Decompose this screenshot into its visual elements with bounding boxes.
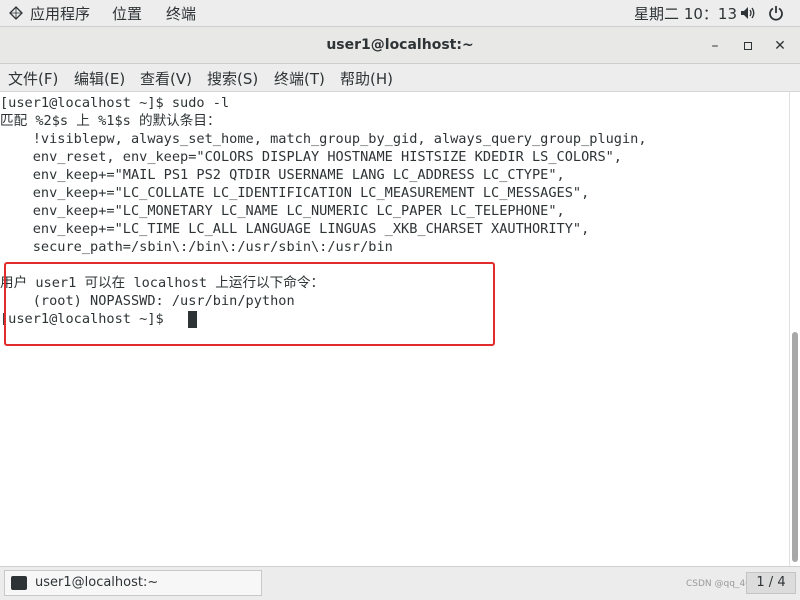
applications-menu[interactable]: 应用程序 xyxy=(30,3,90,24)
menu-edit[interactable]: 编辑(E) xyxy=(74,68,125,89)
terminal-line: [user1@localhost ~]$ sudo -l xyxy=(0,95,230,111)
terminal-prompt: [user1@localhost ~]$ xyxy=(0,311,172,327)
terminal-line: env_keep+="LC_COLLATE LC_IDENTIFICATION … xyxy=(0,185,590,201)
terminal-line: (root) NOPASSWD: /usr/bin/python xyxy=(0,293,295,309)
workspace-indicator[interactable]: 1 / 4 xyxy=(746,572,796,594)
window-titlebar[interactable]: user1@localhost:~ – ✕ xyxy=(0,26,800,64)
places-menu[interactable]: 位置 xyxy=(112,3,142,24)
power-icon[interactable] xyxy=(768,5,784,21)
terminal-line: !visiblepw, always_set_home, match_group… xyxy=(0,131,647,147)
window-title: user1@localhost:~ xyxy=(326,37,474,53)
terminal-line: 用户 user1 可以在 localhost 上运行以下命令： xyxy=(0,275,325,291)
apps-icon xyxy=(9,6,23,20)
terminal-icon xyxy=(11,576,27,590)
scrollbar-thumb[interactable] xyxy=(792,332,798,562)
taskbar-window-button[interactable]: user1@localhost:~ xyxy=(4,570,262,596)
minimize-button[interactable]: – xyxy=(705,36,725,56)
terminal-line: env_keep+="LC_MONETARY LC_NAME LC_NUMERI… xyxy=(0,203,565,219)
menu-terminal[interactable]: 终端(T) xyxy=(274,68,325,89)
maximize-icon xyxy=(744,42,752,50)
close-button[interactable]: ✕ xyxy=(770,36,790,56)
maximize-button[interactable] xyxy=(738,36,758,56)
menubar: 文件(F) 编辑(E) 查看(V) 搜索(S) 终端(T) 帮助(H) xyxy=(0,64,800,92)
scrollbar[interactable] xyxy=(789,92,800,566)
terminal-line: env_keep+="MAIL PS1 PS2 QTDIR USERNAME L… xyxy=(0,167,565,183)
terminal-line: 匹配 %2$s 上 %1$s 的默认条目： xyxy=(0,113,221,129)
terminal-line: secure_path=/sbin\:/bin\:/usr/sbin\:/usr… xyxy=(0,239,393,255)
clock[interactable]: 星期二 10：13 xyxy=(634,3,737,24)
text-cursor xyxy=(188,311,197,328)
terminal-line: env_reset, env_keep="COLORS DISPLAY HOST… xyxy=(0,149,622,165)
volume-icon[interactable] xyxy=(740,6,756,20)
menu-file[interactable]: 文件(F) xyxy=(8,68,58,89)
taskbar-window-label: user1@localhost:~ xyxy=(35,575,159,590)
bottom-panel: user1@localhost:~ CSDN @qq_40638302 1 / … xyxy=(0,566,800,600)
menu-search[interactable]: 搜索(S) xyxy=(207,68,258,89)
terminal-area[interactable]: [user1@localhost ~]$ sudo -l 匹配 %2$s 上 %… xyxy=(0,92,790,566)
terminal-line: env_keep+="LC_TIME LC_ALL LANGUAGE LINGU… xyxy=(0,221,590,237)
menu-help[interactable]: 帮助(H) xyxy=(340,68,393,89)
terminal-app-menu[interactable]: 终端 xyxy=(166,3,196,24)
menu-view[interactable]: 查看(V) xyxy=(140,68,192,89)
top-panel: 应用程序 位置 终端 星期二 10：13 xyxy=(0,0,800,26)
